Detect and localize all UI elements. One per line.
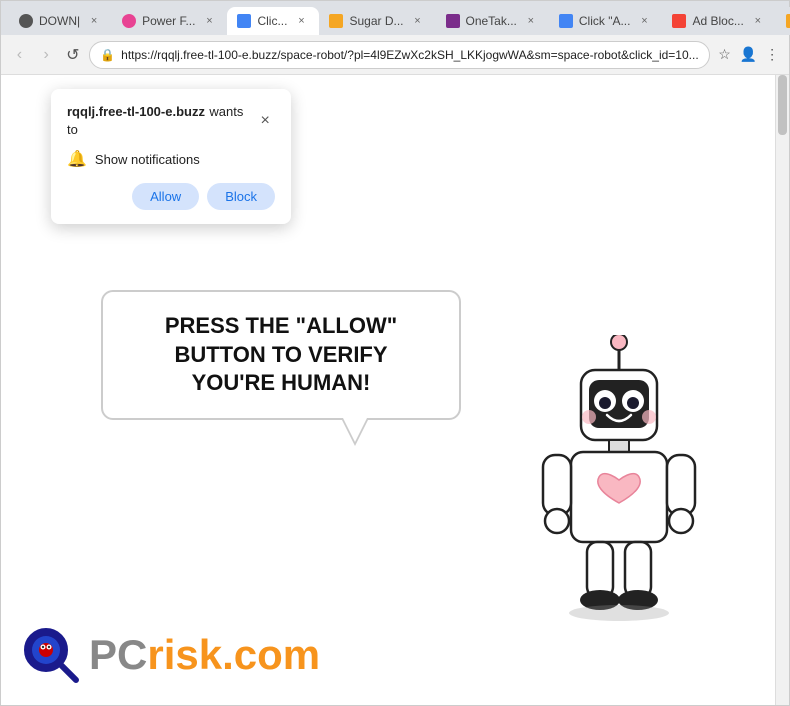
- tab-6-icon: [559, 14, 573, 28]
- tab-7-icon: [672, 14, 686, 28]
- reload-button[interactable]: ↺: [62, 41, 83, 69]
- allow-button[interactable]: Allow: [132, 183, 199, 210]
- notification-close-button[interactable]: ×: [255, 111, 275, 131]
- bookmark-button[interactable]: ☆: [716, 43, 734, 67]
- tab-bar: DOWN| × Power F... × Clic... × Sugar D..…: [9, 1, 790, 35]
- url-text: https://rqqlj.free-tl-100-e.buzz/space-r…: [121, 48, 699, 62]
- browser-frame: DOWN| × Power F... × Clic... × Sugar D..…: [0, 0, 790, 706]
- tab-1-icon: [19, 14, 33, 28]
- block-button[interactable]: Block: [207, 183, 275, 210]
- tab-2[interactable]: Power F... ×: [112, 7, 227, 35]
- menu-button[interactable]: ⋮: [763, 43, 781, 67]
- tab-8-icon: [786, 14, 790, 28]
- account-button[interactable]: 👤: [739, 43, 757, 67]
- address-bar: ‹ › ↺ 🔒 https://rqqlj.free-tl-100-e.buzz…: [1, 35, 789, 75]
- tab-4-label: Sugar D...: [349, 14, 403, 28]
- notification-header: rqqlj.free-tl-100-e.buzz wants to ×: [67, 103, 275, 139]
- tab-2-icon: [122, 14, 136, 28]
- tab-5-icon: [446, 14, 460, 28]
- tab-5[interactable]: OneTak... ×: [436, 7, 549, 35]
- notification-popup: rqqlj.free-tl-100-e.buzz wants to × 🔔 Sh…: [51, 89, 291, 224]
- tab-1-close[interactable]: ×: [86, 13, 102, 29]
- notification-buttons: Allow Block: [67, 183, 275, 210]
- tab-3-icon: [237, 14, 251, 28]
- tab-4-close[interactable]: ×: [410, 13, 426, 29]
- tab-4[interactable]: Sugar D... ×: [319, 7, 435, 35]
- risk-text: risk.com: [147, 631, 320, 678]
- pcrisk-logo: PCrisk.com: [21, 625, 320, 685]
- notification-body: 🔔 Show notifications: [67, 149, 275, 169]
- bell-icon: 🔔: [67, 149, 87, 169]
- url-bar[interactable]: 🔒 https://rqqlj.free-tl-100-e.buzz/space…: [89, 41, 709, 69]
- tab-3[interactable]: Clic... ×: [227, 7, 319, 35]
- tab-8[interactable]: mysexy... ×: [776, 7, 790, 35]
- tab-6-label: Click "A...: [579, 14, 631, 28]
- scrollbar[interactable]: [775, 75, 789, 705]
- tab-3-close[interactable]: ×: [293, 13, 309, 29]
- tab-6[interactable]: Click "A... ×: [549, 7, 663, 35]
- tab-7[interactable]: Ad Bloc... ×: [662, 7, 775, 35]
- tab-7-close[interactable]: ×: [750, 13, 766, 29]
- security-icon: 🔒: [100, 48, 115, 62]
- notification-title: rqqlj.free-tl-100-e.buzz wants to: [67, 103, 255, 139]
- tab-3-label: Clic...: [257, 14, 287, 28]
- pcrisk-icon: [21, 625, 81, 685]
- page-content: rqqlj.free-tl-100-e.buzz wants to × 🔔 Sh…: [1, 75, 789, 705]
- speech-bubble: PRESS THE "ALLOW" BUTTON TO VERIFY YOU'R…: [101, 290, 461, 420]
- notification-site: rqqlj.free-tl-100-e.buzz: [67, 104, 205, 119]
- title-bar: DOWN| × Power F... × Clic... × Sugar D..…: [1, 1, 789, 35]
- scrollbar-thumb[interactable]: [778, 75, 787, 135]
- tab-5-label: OneTak...: [466, 14, 517, 28]
- robot-illustration: [529, 335, 709, 615]
- tab-7-label: Ad Bloc...: [692, 14, 743, 28]
- tab-2-close[interactable]: ×: [201, 13, 217, 29]
- pc-text: PC: [89, 631, 147, 678]
- tab-1-label: DOWN|: [39, 14, 80, 28]
- tab-1[interactable]: DOWN| ×: [9, 7, 112, 35]
- pcrisk-brand-text: PCrisk.com: [89, 634, 320, 676]
- tab-6-close[interactable]: ×: [636, 13, 652, 29]
- tab-2-label: Power F...: [142, 14, 195, 28]
- forward-button[interactable]: ›: [36, 41, 57, 69]
- back-button[interactable]: ‹: [9, 41, 30, 69]
- tab-4-icon: [329, 14, 343, 28]
- bubble-text: PRESS THE "ALLOW" BUTTON TO VERIFY YOU'R…: [133, 312, 429, 398]
- notification-show-text: Show notifications: [95, 152, 200, 167]
- tab-5-close[interactable]: ×: [523, 13, 539, 29]
